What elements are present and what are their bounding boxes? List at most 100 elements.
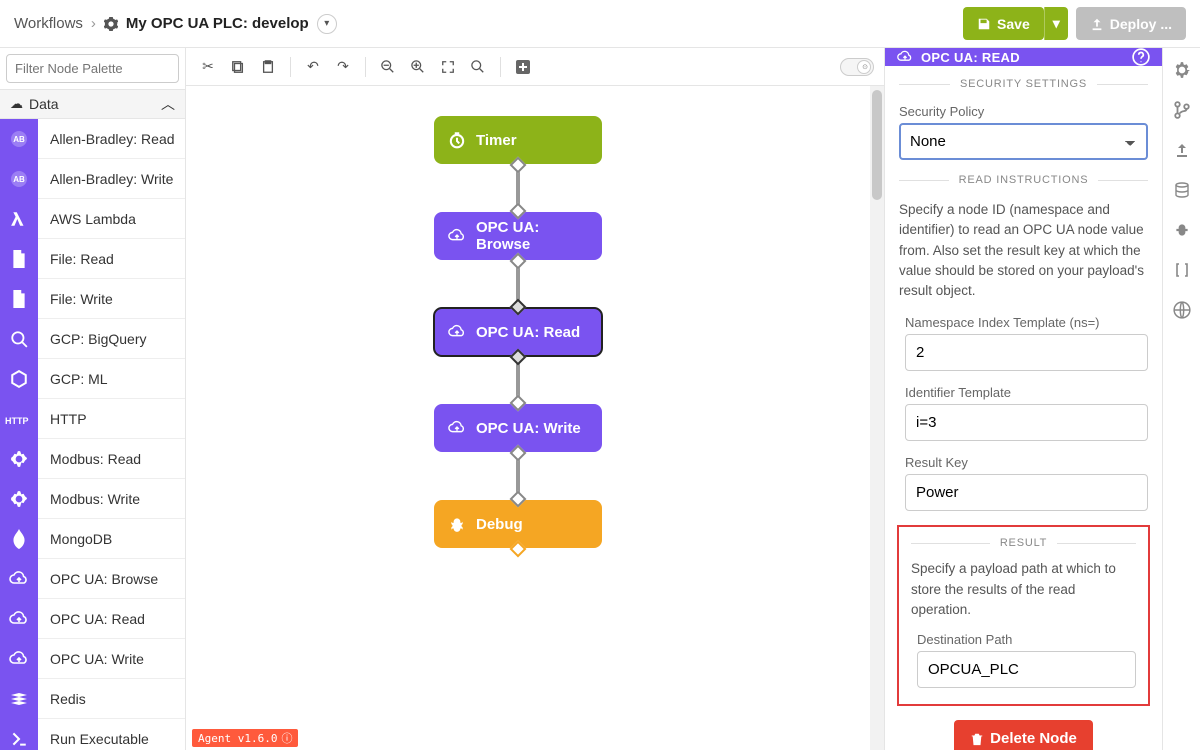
- resultkey-label: Result Key: [905, 455, 1148, 470]
- security-policy-select[interactable]: None: [899, 123, 1148, 160]
- canvas-area: ✂ ↶ ↷ ⊙: [186, 48, 884, 750]
- palette-item[interactable]: ABAllen-Bradley: Read: [0, 119, 185, 159]
- bq-icon: [0, 319, 38, 359]
- palette-item[interactable]: OPC UA: Write: [0, 639, 185, 679]
- workflow-canvas[interactable]: Timer OPC UA: Browse OPC UA: Read: [186, 86, 884, 750]
- palette-item[interactable]: Modbus: Write: [0, 479, 185, 519]
- security-policy-label: Security Policy: [899, 104, 1148, 119]
- palette-item[interactable]: File: Write: [0, 279, 185, 319]
- cloud-icon: ☁: [10, 96, 23, 112]
- node-label: OPC UA: Read: [476, 324, 580, 341]
- redo-button[interactable]: ↷: [331, 55, 355, 79]
- palette-item[interactable]: GCP: BigQuery: [0, 319, 185, 359]
- gear-icon: [104, 17, 118, 31]
- debug-icon[interactable]: [1172, 220, 1192, 240]
- palette-item[interactable]: Modbus: Read: [0, 439, 185, 479]
- result-section: RESULT Specify a payload path at which t…: [897, 525, 1150, 706]
- node-opcua-read[interactable]: OPC UA: Read: [434, 308, 602, 356]
- node-opcua-write[interactable]: OPC UA: Write: [434, 404, 602, 452]
- section-security: SECURITY SETTINGS: [899, 78, 1148, 90]
- exe-icon: [0, 719, 38, 750]
- brackets-icon[interactable]: [1172, 260, 1192, 280]
- node-label: OPC UA: Browse: [476, 219, 588, 253]
- palette-item[interactable]: Run Executable: [0, 719, 185, 750]
- palette-item-label: Redis: [38, 691, 86, 707]
- version-dropdown[interactable]: ▾: [317, 14, 337, 34]
- palette-search-input[interactable]: [6, 54, 179, 83]
- chevron-right-icon: ›: [91, 15, 96, 32]
- lambda-icon: [0, 199, 38, 239]
- node-label: Timer: [476, 132, 517, 149]
- palette-search-wrap: [0, 48, 185, 90]
- save-button[interactable]: Save: [963, 7, 1044, 40]
- zoom-out-button[interactable]: [376, 55, 400, 79]
- palette-item[interactable]: OPC UA: Read: [0, 599, 185, 639]
- result-text: Specify a payload path at which to store…: [911, 559, 1136, 620]
- info-icon: ⓘ: [281, 730, 292, 746]
- destination-label: Destination Path: [917, 632, 1136, 647]
- live-toggle[interactable]: ⊙: [840, 58, 874, 76]
- timer-icon: [448, 131, 466, 149]
- database-icon[interactable]: [1172, 180, 1192, 200]
- node-opcua-browse[interactable]: OPC UA: Browse: [434, 212, 602, 260]
- globe-icon[interactable]: [1172, 300, 1192, 320]
- bug-icon: [448, 515, 466, 533]
- palette-item[interactable]: Redis: [0, 679, 185, 719]
- palette-item-label: Allen-Bradley: Read: [38, 131, 175, 147]
- zoom-in-button[interactable]: [406, 55, 430, 79]
- identifier-label: Identifier Template: [905, 385, 1148, 400]
- node-debug[interactable]: Debug: [434, 500, 602, 548]
- breadcrumb-title: My OPC UA PLC: develop: [126, 15, 309, 32]
- properties-header: OPC UA: READ: [885, 48, 1162, 66]
- settings-icon[interactable]: [1172, 60, 1192, 80]
- cloud-icon: [0, 599, 38, 639]
- search-canvas-button[interactable]: [466, 55, 490, 79]
- palette-item[interactable]: ABAllen-Bradley: Write: [0, 159, 185, 199]
- cut-button[interactable]: ✂: [196, 55, 220, 79]
- palette-item-label: MongoDB: [38, 531, 112, 547]
- node-label: OPC UA: Write: [476, 420, 581, 437]
- redis-icon: [0, 679, 38, 719]
- paste-button[interactable]: [256, 55, 280, 79]
- agent-version-badge: Agent v1.6.0ⓘ: [192, 729, 298, 747]
- fit-button[interactable]: [436, 55, 460, 79]
- cloud-icon: [0, 559, 38, 599]
- breadcrumb-root[interactable]: Workflows: [14, 15, 83, 32]
- gear-icon: [0, 439, 38, 479]
- palette-item-label: Modbus: Read: [38, 451, 141, 467]
- resultkey-input[interactable]: [905, 474, 1148, 511]
- palette-item[interactable]: MongoDB: [0, 519, 185, 559]
- undo-button[interactable]: ↶: [301, 55, 325, 79]
- palette-item[interactable]: HTTPHTTP: [0, 399, 185, 439]
- properties-panel: OPC UA: READ SECURITY SETTINGS Security …: [884, 48, 1162, 750]
- palette-item-label: GCP: BigQuery: [38, 331, 146, 347]
- palette-item[interactable]: AWS Lambda: [0, 199, 185, 239]
- palette-item[interactable]: OPC UA: Browse: [0, 559, 185, 599]
- palette-item-label: Modbus: Write: [38, 491, 140, 507]
- trash-icon: [970, 732, 984, 746]
- palette-item-label: GCP: ML: [38, 371, 108, 387]
- node-timer[interactable]: Timer: [434, 116, 602, 164]
- help-icon[interactable]: [1132, 48, 1150, 66]
- namespace-input[interactable]: [905, 334, 1148, 371]
- palette-item[interactable]: File: Read: [0, 239, 185, 279]
- palette-item-label: File: Write: [38, 291, 113, 307]
- save-dropdown[interactable]: ▾: [1044, 7, 1068, 40]
- deploy-button[interactable]: Deploy ...: [1076, 7, 1186, 40]
- breadcrumb: Workflows › My OPC UA PLC: develop ▾: [14, 14, 337, 34]
- delete-node-button[interactable]: Delete Node: [954, 720, 1093, 750]
- copy-button[interactable]: [226, 55, 250, 79]
- instructions-text: Specify a node ID (namespace and identif…: [899, 200, 1148, 301]
- destination-input[interactable]: [917, 651, 1136, 688]
- right-rail: [1162, 48, 1200, 750]
- palette-category-data[interactable]: ☁ Data ︿: [0, 90, 185, 119]
- palette-item[interactable]: GCP: ML: [0, 359, 185, 399]
- identifier-input[interactable]: [905, 404, 1148, 441]
- palette-item-label: HTTP: [38, 411, 87, 427]
- palette-item-label: File: Read: [38, 251, 114, 267]
- canvas-scrollbar[interactable]: [870, 86, 884, 750]
- gear-icon: [0, 479, 38, 519]
- branch-icon[interactable]: [1172, 100, 1192, 120]
- upload-icon[interactable]: [1172, 140, 1192, 160]
- add-button[interactable]: [511, 55, 535, 79]
